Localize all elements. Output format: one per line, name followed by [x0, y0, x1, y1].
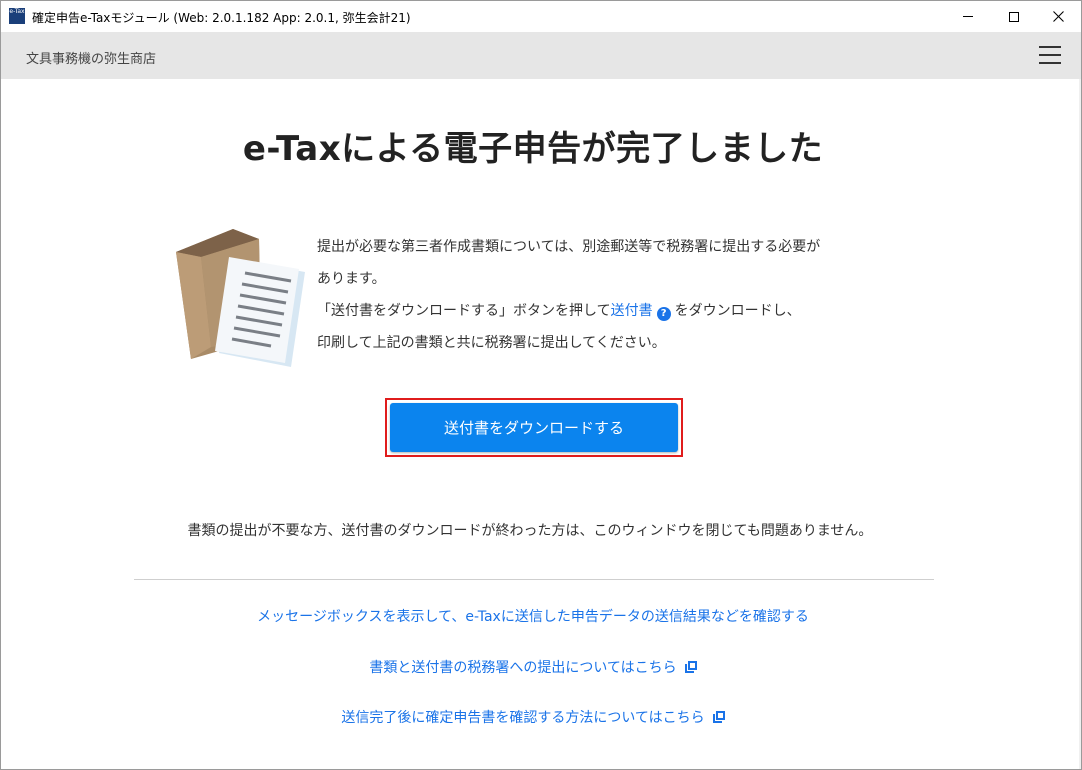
- hamburger-menu-icon[interactable]: [1039, 46, 1061, 64]
- app-window: e-Tax 確定申告e-Taxモジュール (Web: 2.0.1.182 App…: [0, 0, 1082, 770]
- instructions-line-3-pre: 「送付書をダウンロードする」ボタンを押して: [317, 303, 611, 319]
- page-title: e-Taxによる電子申告が完了しました: [242, 129, 824, 169]
- divider: [134, 579, 934, 580]
- download-button-highlight: 送付書をダウンロードする: [385, 398, 683, 457]
- scrollbar-edge: [1079, 79, 1081, 769]
- app-icon-label: e-Tax: [9, 8, 25, 15]
- instructions-line-3-post: をダウンロードし、: [674, 303, 801, 319]
- download-cover-letter-button[interactable]: 送付書をダウンロードする: [390, 403, 678, 452]
- instructions-text: 提出が必要な第三者作成書類については、別途郵送等で税務署に提出する必要が ありま…: [317, 231, 917, 359]
- app-icon: e-Tax: [9, 8, 25, 24]
- instructions-line-1: 提出が必要な第三者作成書類については、別途郵送等で税務署に提出する必要が: [317, 239, 821, 255]
- instructions-line-3: 「送付書をダウンロードする」ボタンを押して送付書? をダウンロードし、: [317, 295, 917, 327]
- title-bar[interactable]: e-Tax 確定申告e-Taxモジュール (Web: 2.0.1.182 App…: [1, 1, 1081, 32]
- app-header: 文具事務機の弥生商店: [1, 32, 1081, 79]
- external-link-icon[interactable]: [712, 711, 725, 723]
- help-icon[interactable]: ?: [656, 307, 671, 321]
- submission-info-link[interactable]: 書類と送付書の税務署への提出についてはこちら: [1, 657, 1065, 677]
- confirm-return-link[interactable]: 送信完了後に確定申告書を確認する方法についてはこちら: [1, 707, 1065, 727]
- cover-letter-link[interactable]: 送付書: [611, 303, 653, 319]
- instructions-line-2: あります。: [317, 271, 386, 287]
- confirm-return-link-label[interactable]: 送信完了後に確定申告書を確認する方法についてはこちら: [341, 710, 704, 726]
- envelope-document-illustration: [176, 229, 305, 367]
- submission-info-link-label[interactable]: 書類と送付書の税務署への提出についてはこちら: [369, 660, 676, 676]
- maximize-icon: [1009, 11, 1019, 22]
- message-box-link[interactable]: メッセージボックスを表示して、e-Taxに送信した申告データの送信結果などを確認…: [1, 606, 1065, 626]
- external-link-icon[interactable]: [684, 661, 697, 673]
- minimize-button[interactable]: [945, 1, 991, 32]
- close-icon: [1052, 11, 1064, 22]
- window-title: 確定申告e-Taxモジュール (Web: 2.0.1.182 App: 2.0.…: [32, 11, 411, 25]
- close-button[interactable]: [1035, 1, 1081, 32]
- minimize-icon: [963, 16, 973, 17]
- close-window-note: 書類の提出が不要な方、送付書のダウンロードが終わった方は、このウィンドウを閉じて…: [187, 523, 873, 539]
- maximize-button[interactable]: [991, 1, 1037, 32]
- message-box-link-label[interactable]: メッセージボックスを表示して、e-Taxに送信した申告データの送信結果などを確認…: [257, 609, 809, 625]
- instructions-line-4: 印刷して上記の書類と共に税務署に提出してください。: [317, 335, 666, 351]
- company-name: 文具事務機の弥生商店: [26, 52, 157, 67]
